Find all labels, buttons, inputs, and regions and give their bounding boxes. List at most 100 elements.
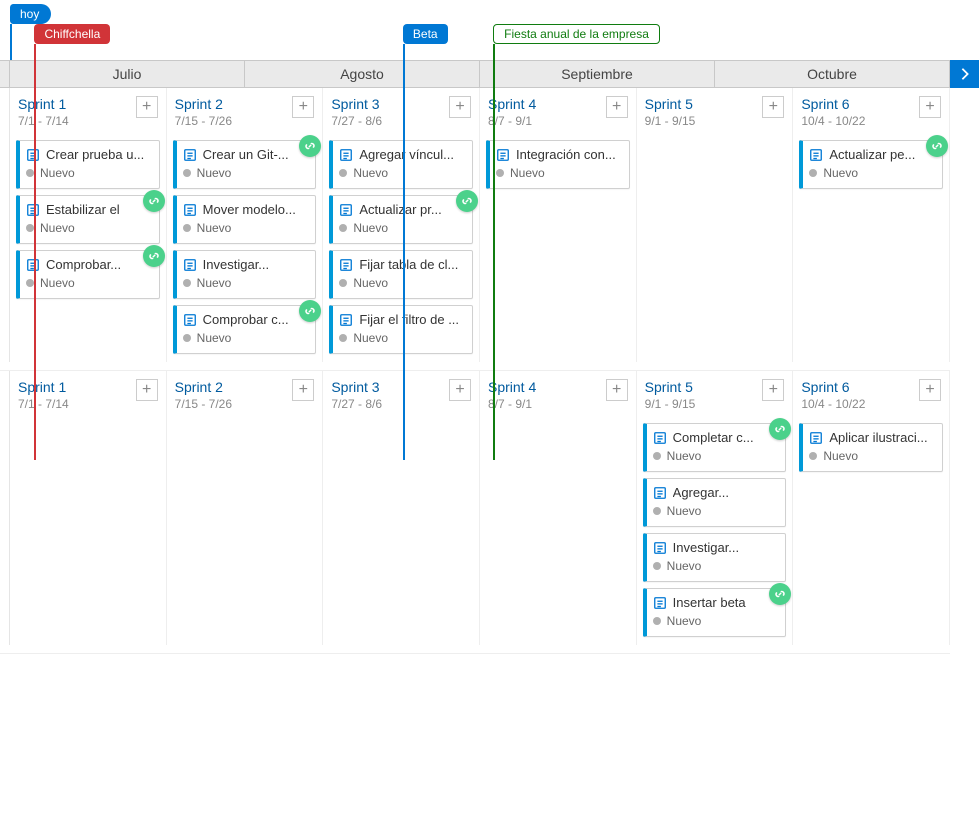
work-item-card[interactable]: Comprobar...Nuevo <box>16 250 160 299</box>
month-agosto[interactable]: Agosto <box>245 61 480 87</box>
sprint-title[interactable]: Sprint 6 <box>801 96 865 112</box>
work-item-icon <box>183 148 197 162</box>
add-item-button[interactable]: + <box>292 96 314 118</box>
sprint-title[interactable]: Sprint 4 <box>488 379 536 395</box>
work-item-card[interactable]: Crear prueba u...Nuevo <box>16 140 160 189</box>
work-item-card[interactable]: Actualizar pr...Nuevo <box>329 195 473 244</box>
work-item-title: Comprobar... <box>46 257 121 272</box>
work-item-card[interactable]: Fijar el filtro de ...Nuevo <box>329 305 473 354</box>
add-item-button[interactable]: + <box>606 379 628 401</box>
work-item-card[interactable]: Agregar...Nuevo <box>643 478 787 527</box>
add-item-button[interactable]: + <box>762 96 784 118</box>
sprint-column[interactable]: Sprint 610/4 - 10/22+Aplicar ilustraci..… <box>793 371 950 645</box>
work-item-status: Nuevo <box>353 276 388 290</box>
add-item-button[interactable]: + <box>606 96 628 118</box>
sprint-header: Sprint 59/1 - 9/15+ <box>641 94 789 134</box>
work-item-card[interactable]: Investigar...Nuevo <box>173 250 317 299</box>
sprint-column[interactable]: Sprint 59/1 - 9/15+Completar c...NuevoAg… <box>637 371 794 645</box>
sprint-column[interactable]: Sprint 37/27 - 8/6+ <box>323 371 480 645</box>
work-item-status: Nuevo <box>667 559 702 573</box>
marker-beta[interactable]: Beta <box>403 24 448 44</box>
work-item-icon <box>653 431 667 445</box>
linked-work-item-badge[interactable] <box>456 190 478 212</box>
sprint-title[interactable]: Sprint 3 <box>331 96 382 112</box>
work-item-title: Fijar tabla de cl... <box>359 257 458 272</box>
month-septiembre[interactable]: Septiembre <box>480 61 715 87</box>
sprint-title[interactable]: Sprint 5 <box>645 379 696 395</box>
work-item-icon <box>653 486 667 500</box>
month-octubre[interactable]: Octubre <box>715 61 950 87</box>
sprint-title[interactable]: Sprint 4 <box>488 96 536 112</box>
sprint-column[interactable]: Sprint 48/7 - 9/1+Integración con...Nuev… <box>480 88 637 362</box>
sprint-column[interactable]: Sprint 27/15 - 7/26+Crear un Git-...Nuev… <box>167 88 324 362</box>
work-item-card[interactable]: Completar c...Nuevo <box>643 423 787 472</box>
sprint-column[interactable]: Sprint 59/1 - 9/15+ <box>637 88 794 362</box>
status-dot-icon <box>653 452 661 460</box>
work-item-status: Nuevo <box>823 449 858 463</box>
work-item-card[interactable]: Mover modelo...Nuevo <box>173 195 317 244</box>
work-item-card[interactable]: Estabilizar elNuevo <box>16 195 160 244</box>
sprint-title[interactable]: Sprint 2 <box>175 379 232 395</box>
month-julio[interactable]: Julio <box>10 61 245 87</box>
work-item-title: Actualizar pe... <box>829 147 915 162</box>
sprint-column[interactable]: Sprint 37/27 - 8/6+Agregar víncul...Nuev… <box>323 88 480 362</box>
add-item-button[interactable]: + <box>762 379 784 401</box>
linked-work-item-badge[interactable] <box>769 583 791 605</box>
timeline-markers: hoy Chiffchella Beta Fiesta anual de la … <box>0 0 979 60</box>
work-item-icon <box>183 313 197 327</box>
work-item-icon <box>496 148 510 162</box>
delivery-plan-board: hoy Chiffchella Beta Fiesta anual de la … <box>0 0 979 835</box>
marker-chiffchella[interactable]: Chiffchella <box>34 24 110 44</box>
add-item-button[interactable]: + <box>449 379 471 401</box>
sprint-title[interactable]: Sprint 6 <box>801 379 865 395</box>
marker-today[interactable]: hoy <box>10 4 51 24</box>
plus-icon: + <box>142 99 151 115</box>
sprint-title[interactable]: Sprint 3 <box>331 379 382 395</box>
linked-work-item-badge[interactable] <box>143 245 165 267</box>
months-spacer <box>0 61 10 87</box>
linked-work-item-badge[interactable] <box>299 135 321 157</box>
marker-beta-label: Beta <box>413 27 438 41</box>
sprint-dates: 9/1 - 9/15 <box>645 397 696 411</box>
marker-beta-line <box>403 44 405 460</box>
work-item-title: Investigar... <box>203 257 269 272</box>
add-item-button[interactable]: + <box>292 379 314 401</box>
sprint-column[interactable]: Sprint 48/7 - 9/1+ <box>480 371 637 645</box>
sprint-column[interactable]: Sprint 27/15 - 7/26+ <box>167 371 324 645</box>
scroll-right-button[interactable] <box>950 60 979 88</box>
link-icon <box>461 195 473 207</box>
add-item-button[interactable]: + <box>919 96 941 118</box>
sprint-column[interactable]: Sprint 610/4 - 10/22+Actualizar pe...Nue… <box>793 88 950 362</box>
linked-work-item-badge[interactable] <box>143 190 165 212</box>
lanes-container: Sprint 17/1 - 7/14+Crear prueba u...Nuev… <box>0 88 950 654</box>
work-item-card[interactable]: Fijar tabla de cl... Nuevo <box>329 250 473 299</box>
status-dot-icon <box>339 334 347 342</box>
sprint-title[interactable]: Sprint 1 <box>18 379 69 395</box>
work-item-card[interactable]: Crear un Git-...Nuevo <box>173 140 317 189</box>
add-item-button[interactable]: + <box>919 379 941 401</box>
linked-work-item-badge[interactable] <box>769 418 791 440</box>
work-item-card[interactable]: Comprobar c...Nuevo <box>173 305 317 354</box>
add-item-button[interactable]: + <box>449 96 471 118</box>
work-item-card[interactable]: Aplicar ilustraci...Nuevo <box>799 423 943 472</box>
sprint-title[interactable]: Sprint 2 <box>175 96 232 112</box>
linked-work-item-badge[interactable] <box>299 300 321 322</box>
work-item-title: Crear prueba u... <box>46 147 144 162</box>
work-item-card[interactable]: Agregar víncul...Nuevo <box>329 140 473 189</box>
sprint-title[interactable]: Sprint 5 <box>645 96 696 112</box>
work-item-title: Completar c... <box>673 430 754 445</box>
work-item-card[interactable]: Actualizar pe...Nuevo <box>799 140 943 189</box>
work-item-icon <box>183 258 197 272</box>
link-icon <box>148 195 160 207</box>
work-item-card[interactable]: Insertar betaNuevo <box>643 588 787 637</box>
plus-icon: + <box>925 99 934 115</box>
sprint-title[interactable]: Sprint 1 <box>18 96 69 112</box>
status-dot-icon <box>26 224 34 232</box>
add-item-button[interactable]: + <box>136 379 158 401</box>
work-item-card[interactable]: Investigar...Nuevo <box>643 533 787 582</box>
add-item-button[interactable]: + <box>136 96 158 118</box>
linked-work-item-badge[interactable] <box>926 135 948 157</box>
work-item-card[interactable]: Integración con...Nuevo <box>486 140 630 189</box>
marker-fiesta[interactable]: Fiesta anual de la empresa <box>493 24 660 44</box>
work-item-icon <box>809 431 823 445</box>
